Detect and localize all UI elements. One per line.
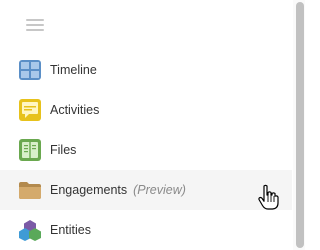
nav-item-label: Entities xyxy=(50,223,91,237)
nav-item-label: Timeline xyxy=(50,63,97,77)
activities-icon xyxy=(19,99,41,121)
engagements-label: Engagements xyxy=(50,183,128,197)
preview-tag: (Preview) xyxy=(133,183,186,197)
timeline-icon xyxy=(19,60,41,80)
nav-item-entities[interactable]: Entities xyxy=(0,210,292,250)
nav-list: Timeline Activities Files Engagements (P… xyxy=(0,50,292,250)
nav-item-label: Activities xyxy=(50,103,100,117)
navigation-panel: Timeline Activities Files Engagements (P… xyxy=(0,0,305,250)
entities-icon xyxy=(19,220,41,241)
nav-item-label: Files xyxy=(50,143,77,157)
scrollbar-thumb[interactable] xyxy=(296,2,304,248)
nav-item-files[interactable]: Files xyxy=(0,130,292,170)
vertical-scrollbar[interactable] xyxy=(293,0,305,250)
nav-item-activities[interactable]: Activities xyxy=(0,90,292,130)
nav-item-timeline[interactable]: Timeline xyxy=(0,50,292,90)
nav-item-engagements[interactable]: Engagements (Preview) xyxy=(0,170,292,210)
files-icon xyxy=(19,139,41,161)
nav-item-label: Engagements (Preview) xyxy=(50,170,186,210)
hamburger-menu-icon[interactable] xyxy=(26,19,44,31)
folder-icon xyxy=(19,182,41,199)
